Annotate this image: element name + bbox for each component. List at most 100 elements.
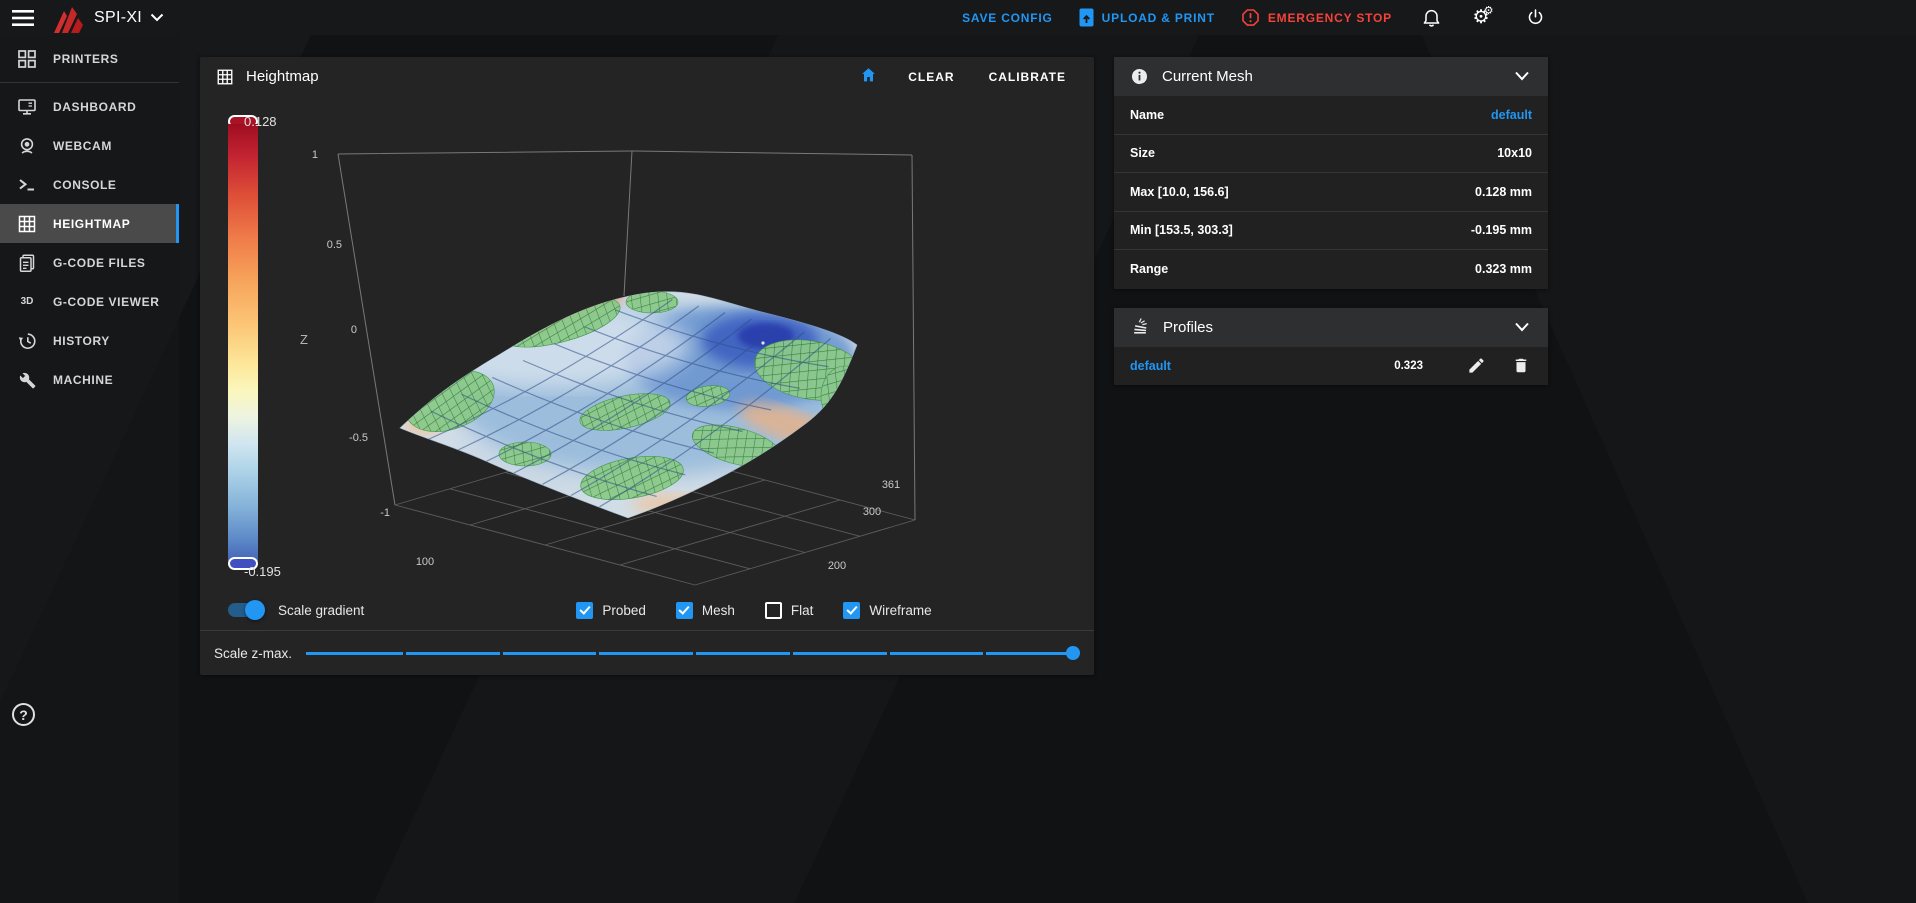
slider-tick xyxy=(983,652,986,655)
scale-zmax-slider[interactable] xyxy=(306,646,1080,660)
y-tick-300: 300 xyxy=(863,506,881,518)
color-scale-max-label: 0.128 xyxy=(244,114,277,129)
toggle-switch xyxy=(228,603,262,617)
checkbox-label: Probed xyxy=(602,603,646,618)
checkbox-mesh[interactable]: Mesh xyxy=(676,602,735,619)
machine-selector[interactable]: SPI-XI xyxy=(50,3,164,33)
sidebar-item-label: CONSOLE xyxy=(53,178,117,192)
three-d-icon: 3D xyxy=(17,296,37,307)
sidebar-item-label: DASHBOARD xyxy=(53,100,136,114)
collapse-chevron-icon[interactable] xyxy=(1512,318,1532,337)
notifications-bell-icon[interactable] xyxy=(1418,5,1444,31)
upload-print-label: UPLOAD & PRINT xyxy=(1102,11,1215,25)
checkbox-checked-icon xyxy=(576,602,593,619)
z-tick-0: 0 xyxy=(351,324,357,336)
wrench-icon xyxy=(17,370,37,390)
brand-logo-icon xyxy=(50,3,86,33)
z-tick-neg05: -0.5 xyxy=(349,432,368,444)
reset-view-home-button[interactable] xyxy=(851,62,886,91)
profile-name-link[interactable]: default xyxy=(1130,359,1171,373)
row-label: Range xyxy=(1130,262,1168,276)
upload-print-button[interactable]: UPLOAD & PRINT xyxy=(1079,8,1215,27)
heightmap-card: Heightmap CLEAR CALIBRATE xyxy=(200,57,1094,675)
profiles-title: Profiles xyxy=(1163,319,1213,336)
sidebar-item-history[interactable]: HISTORY xyxy=(0,321,179,360)
row-value: 0.323 mm xyxy=(1475,262,1532,276)
row-label: Size xyxy=(1130,146,1155,160)
scale-zmax-row: Scale z-max. xyxy=(200,631,1094,675)
edit-profile-button[interactable] xyxy=(1465,354,1488,377)
emergency-stop-label: EMERGENCY STOP xyxy=(1268,11,1392,25)
calibrate-button[interactable]: CALIBRATE xyxy=(977,64,1078,90)
slider-tick xyxy=(887,652,890,655)
slider-thumb[interactable] xyxy=(1066,646,1080,660)
row-value: 0.128 mm xyxy=(1475,185,1532,199)
row-value: -0.195 mm xyxy=(1471,223,1532,237)
row-value: default xyxy=(1491,108,1532,122)
checkbox-probed[interactable]: Probed xyxy=(576,602,646,619)
help-icon[interactable]: ? xyxy=(12,703,35,726)
sidebar-item-heightmap[interactable]: HEIGHTMAP xyxy=(0,204,179,243)
heightmap-card-header: Heightmap CLEAR CALIBRATE xyxy=(200,57,1094,96)
slider-tick xyxy=(403,652,406,655)
slider-tick xyxy=(693,652,696,655)
pencil-icon xyxy=(1467,356,1486,375)
power-icon[interactable] xyxy=(1522,5,1548,31)
right-panel: Current Mesh Name default Size 10x10 Max… xyxy=(1114,57,1548,385)
current-mesh-card: Current Mesh Name default Size 10x10 Max… xyxy=(1114,57,1548,289)
x-tick-100: 100 xyxy=(416,556,434,568)
profiles-stack-icon xyxy=(1130,317,1150,337)
menu-icon[interactable] xyxy=(0,0,46,35)
color-scale-bar xyxy=(228,115,258,570)
color-scale-min-label: -0.195 xyxy=(244,564,281,579)
heightmap-3d-plot[interactable]: 1 0.5 0 -0.5 -1 Z 100 200 300 361 xyxy=(200,96,1094,590)
settings-gears-icon[interactable]: ⚙⚙ xyxy=(1470,5,1496,31)
delete-profile-button[interactable] xyxy=(1510,354,1532,377)
heightmap-title-grid-icon xyxy=(216,68,234,86)
sidebar-item-label: G-CODE VIEWER xyxy=(53,295,159,309)
sidebar-item-webcam[interactable]: WEBCAM xyxy=(0,126,179,165)
sidebar-item-label: MACHINE xyxy=(53,373,113,387)
mesh-row-range: Range 0.323 mm xyxy=(1114,250,1548,289)
history-clock-icon xyxy=(17,331,37,351)
heightmap-surface-scene: 1 0.5 0 -0.5 -1 Z 100 200 300 361 xyxy=(200,96,1094,590)
row-label: Name xyxy=(1130,108,1164,122)
app-window: SPI-XI SAVE CONFIG UPLOAD & PRINT EMERGE… xyxy=(0,0,1916,903)
home-icon xyxy=(859,66,878,84)
slider-tick xyxy=(790,652,793,655)
sidebar-item-dashboard[interactable]: DASHBOARD xyxy=(0,87,179,126)
mesh-row-min: Min [153.5, 303.3] -0.195 mm xyxy=(1114,212,1548,251)
checkbox-wireframe[interactable]: Wireframe xyxy=(843,602,931,619)
upload-file-icon xyxy=(1079,8,1094,27)
profiles-header: Profiles xyxy=(1114,308,1548,347)
current-mesh-header: Current Mesh xyxy=(1114,57,1548,96)
slider-track xyxy=(306,652,1074,655)
scale-gradient-toggle[interactable]: Scale gradient xyxy=(228,603,364,618)
save-config-button[interactable]: SAVE CONFIG xyxy=(962,11,1053,25)
alert-octagon-icon xyxy=(1241,8,1260,27)
sidebar-item-machine[interactable]: MACHINE xyxy=(0,360,179,399)
emergency-stop-button[interactable]: EMERGENCY STOP xyxy=(1241,8,1392,27)
sidebar-item-label: G-CODE FILES xyxy=(53,256,146,270)
sidebar-item-printers[interactable]: PRINTERS xyxy=(0,39,179,78)
row-label: Max [10.0, 156.6] xyxy=(1130,185,1229,199)
sidebar-item-gcode-files[interactable]: G-CODE FILES xyxy=(0,243,179,282)
z-tick-1: 1 xyxy=(312,149,318,161)
clear-button[interactable]: CLEAR xyxy=(896,64,966,90)
row-value: 10x10 xyxy=(1497,146,1532,160)
surface-mesh xyxy=(397,281,870,518)
chevron-down-icon xyxy=(150,13,164,22)
checkbox-flat[interactable]: Flat xyxy=(765,602,814,619)
collapse-chevron-icon[interactable] xyxy=(1512,67,1532,86)
checkbox-label: Flat xyxy=(791,603,814,618)
sidebar-item-label: WEBCAM xyxy=(53,139,112,153)
file-document-icon xyxy=(17,253,37,273)
save-config-label: SAVE CONFIG xyxy=(962,11,1053,25)
profile-row-default[interactable]: default 0.323 xyxy=(1114,347,1548,385)
display-options-row: Scale gradient Probed Mesh Flat Wirefra xyxy=(200,590,1094,630)
sidebar-item-gcode-viewer[interactable]: 3D G-CODE VIEWER xyxy=(0,282,179,321)
sidebar-divider xyxy=(0,82,179,83)
y-tick-200: 200 xyxy=(828,560,846,572)
top-bar: SPI-XI SAVE CONFIG UPLOAD & PRINT EMERGE… xyxy=(0,0,1916,35)
sidebar-item-console[interactable]: CONSOLE xyxy=(0,165,179,204)
